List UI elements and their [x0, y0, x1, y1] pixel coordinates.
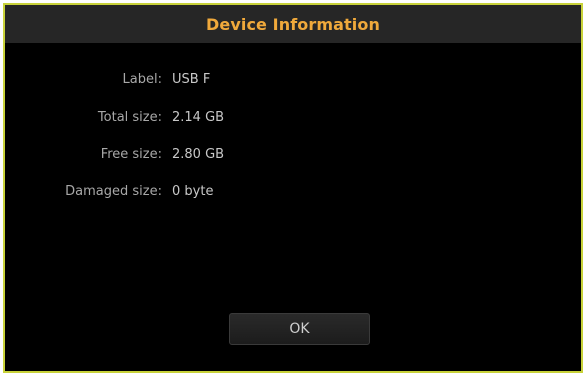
device-information-dialog: Device Information Label: USB F Total si…: [3, 3, 583, 373]
dialog-title: Device Information: [206, 14, 380, 34]
damaged-size-label: Damaged size:: [65, 184, 162, 199]
info-row-free-size: Free size: 2.80 GB: [5, 147, 581, 167]
free-size-value: 2.80 GB: [172, 147, 225, 162]
free-size-label: Free size:: [100, 147, 162, 162]
dialog-titlebar: Device Information: [5, 5, 581, 43]
info-row-damaged-size: Damaged size: 0 byte: [5, 184, 581, 204]
ok-button[interactable]: OK: [229, 313, 370, 345]
damaged-size-value: 0 byte: [172, 184, 214, 199]
info-row-label: Label: USB F: [5, 72, 581, 92]
info-row-total-size: Total size: 2.14 GB: [5, 110, 581, 130]
total-size-value: 2.14 GB: [172, 110, 225, 125]
label-field-label: Label:: [122, 72, 162, 87]
label-field-value: USB F: [172, 72, 211, 87]
total-size-label: Total size:: [97, 110, 162, 125]
